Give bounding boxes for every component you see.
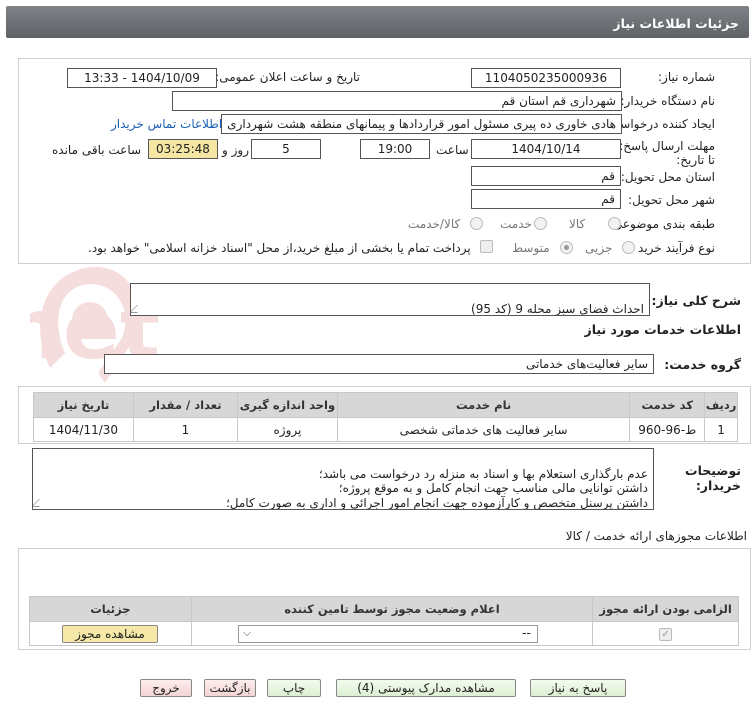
process-radio-minor[interactable] [622,241,635,254]
permits-table: الزامی بودن ارائه مجوز اعلام وضعیت مجوز … [29,596,739,646]
service-group-field[interactable]: سایر فعالیت‌های خدماتی [104,354,654,374]
services-table: ردیف کد خدمت نام خدمت واحد اندازه گیری ت… [33,392,738,442]
attachments-button[interactable]: مشاهده مدارک پیوستی (4) [336,679,516,697]
category-option-both: کالا/خدمت [408,217,461,231]
col-need-date: تاریخ نیاز [33,392,134,418]
cell-unit: پروژه [237,417,338,442]
chevron-down-icon: ⌵ [242,626,252,639]
category-label: طبقه بندی موضوعی: [608,217,715,231]
remaining-time-field: 03:25:48 [148,139,218,159]
days-label: روز و [222,143,249,157]
page-header: جزئیات اطلاعات نیاز [6,6,749,38]
buyer-notes-label: توضیحات خریدار: [685,463,741,493]
remaining-time-label: ساعت باقی مانده [52,143,142,157]
services-table-header: ردیف کد خدمت نام خدمت واحد اندازه گیری ت… [33,392,738,418]
permit-status-value: -- [522,626,531,640]
buyer-notes-text: عدم بارگذاری استعلام بها و اسناد به منزل… [225,466,648,510]
reply-button[interactable]: پاسخ به نیاز [530,679,626,697]
col-quantity: تعداد / مقدار [132,392,239,418]
permits-section-title: اطلاعات مجوزهای ارائه خدمت / کالا [565,529,747,543]
exit-button[interactable]: خروج [140,679,192,697]
resize-grip-icon[interactable] [33,499,47,507]
col-permit-status: اعلام وضعیت مجوز توسط تامین کننده [190,596,594,622]
summary-textarea[interactable]: احداث فضای سبز محله 9 (کد 95) [130,283,650,316]
col-service-name: نام خدمت [336,392,631,418]
process-radio-medium[interactable] [560,241,573,254]
permits-table-header: الزامی بودن ارائه مجوز اعلام وضعیت مجوز … [29,596,739,622]
process-option-minor: جزیی [585,241,613,255]
col-permit-details: جزئیات [29,596,192,622]
page-title: جزئیات اطلاعات نیاز [613,16,739,31]
deadline-time-label: ساعت [436,143,469,157]
need-number-label: شماره نیاز: [658,70,715,84]
deadline-date-field[interactable]: 1404/10/14 [471,139,621,159]
summary-text: احداث فضای سبز محله 9 (کد 95) [471,301,644,316]
category-radio-service[interactable] [534,217,547,230]
province-label: استان محل تحویل: [620,170,715,184]
process-option-medium: متوسط [512,241,550,255]
buyer-org-field[interactable]: شهرداری قم استان قم [172,91,622,111]
col-row-number: ردیف [704,392,738,418]
print-button[interactable]: چاپ [267,679,321,697]
cell-permit-details: مشاهده مجوز [29,621,192,646]
cell-permit-required: ✓ [592,621,739,646]
summary-label: شرح کلی نیاز: [651,293,741,308]
services-section-title: اطلاعات خدمات مورد نیاز [584,322,742,337]
province-field[interactable]: قم [471,166,621,186]
process-label: نوع فرآیند خرید : [630,241,715,255]
category-radio-both[interactable] [470,217,483,230]
need-number-field[interactable]: 1104050235000936 [471,68,621,88]
category-option-service: خدمت [500,217,532,231]
cell-service-name: سایر فعالیت های خدماتی شخصی [336,417,631,442]
col-permit-required: الزامی بودن ارائه مجوز [592,596,739,622]
days-field[interactable]: 5 [251,139,321,159]
treasury-note: پرداخت تمام یا بخشی از مبلغ خرید،از محل … [88,241,471,255]
cell-need-date: 1404/11/30 [33,417,134,442]
category-option-goods: کالا [569,217,586,231]
cell-service-code: ط-96-960 [629,417,706,442]
permit-status-select[interactable]: -- ⌵ [237,625,538,643]
city-field[interactable]: قم [471,189,621,209]
col-service-code: کد خدمت [629,392,706,418]
cell-quantity: 1 [132,417,239,442]
resize-grip-icon[interactable] [131,305,145,313]
buyer-org-label: نام دستگاه خریدار: [620,94,716,108]
buyer-notes-textarea[interactable]: عدم بارگذاری استعلام بها و اسناد به منزل… [32,448,654,510]
cell-permit-status: -- ⌵ [190,621,594,646]
view-permit-button[interactable]: مشاهده مجوز [62,625,158,643]
announce-label: تاریخ و ساعت اعلان عمومی: [215,70,360,84]
col-unit: واحد اندازه گیری [237,392,338,418]
city-label: شهر محل تحویل: [628,193,715,207]
treasury-checkbox[interactable] [480,240,493,253]
table-row: ✓ -- ⌵ مشاهده مجوز [29,621,739,646]
announce-datetime-field[interactable]: 1404/10/09 - 13:33 [67,68,217,88]
deadline-time-field[interactable]: 19:00 [360,139,430,159]
back-button[interactable]: بازگشت [204,679,256,697]
permit-required-checkbox[interactable]: ✓ [659,627,673,641]
service-group-label: گروه خدمت: [664,357,741,372]
deadline-label: مهلت ارسال پاسخ: تا تاریخ: [619,139,715,167]
creator-field[interactable]: هادی خاوری ده پیری مسئول امور قراردادها … [221,114,622,134]
cell-row-number: 1 [704,417,738,442]
category-radio-goods[interactable] [608,217,621,230]
table-row: 1 ط-96-960 سایر فعالیت های خدماتی شخصی پ… [33,417,738,442]
buyer-contact-link[interactable]: اطلاعات تماس خریدار [111,117,222,131]
